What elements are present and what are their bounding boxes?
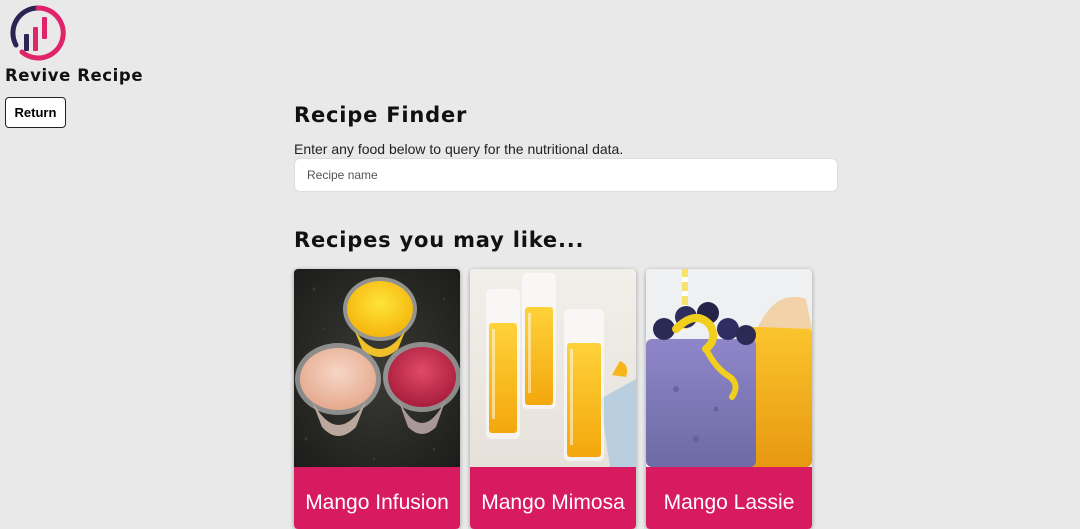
brand-name: Revive Recipe	[5, 66, 144, 85]
recipe-card-mango-infusion[interactable]: Mango Infusion	[294, 269, 460, 529]
recipe-card-mango-mimosa[interactable]: Mango Mimosa	[470, 269, 636, 529]
mango-mimosa-photo	[470, 269, 636, 467]
recipe-card-title: Mango Infusion	[294, 467, 460, 529]
recipe-search-input[interactable]	[294, 158, 838, 192]
mango-lassie-photo	[646, 269, 812, 467]
return-button[interactable]: Return	[5, 97, 66, 128]
recipe-card-list: Mango Infusion Mango Mimosa Mango Lassie	[294, 269, 812, 529]
recipe-finder-section: Recipe Finder Enter any food below to qu…	[294, 100, 839, 192]
search-instruction: Enter any food below to query for the nu…	[294, 141, 624, 157]
mango-infusion-photo	[294, 269, 460, 467]
suggestions-title: Recipes you may like...	[294, 228, 585, 252]
page-title: Recipe Finder	[294, 103, 468, 127]
recipe-card-title: Mango Lassie	[646, 467, 812, 529]
revive-recipe-logo-icon	[10, 5, 66, 61]
recipe-card-mango-lassie[interactable]: Mango Lassie	[646, 269, 812, 529]
recipe-card-title: Mango Mimosa	[470, 467, 636, 529]
